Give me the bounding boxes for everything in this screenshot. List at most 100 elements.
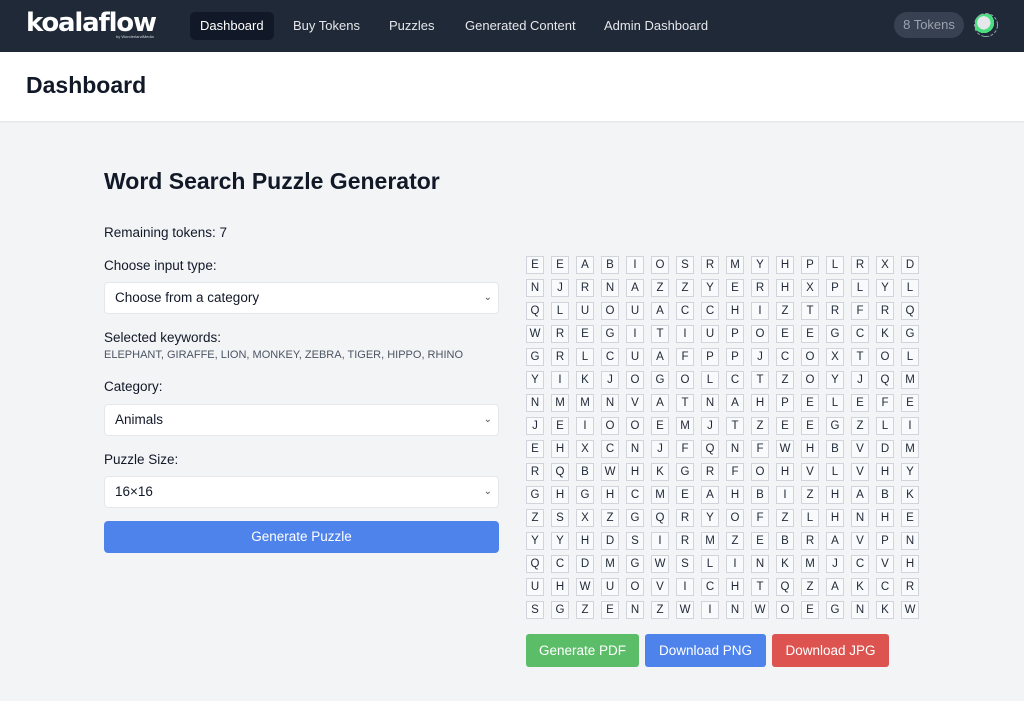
grid-cell: H xyxy=(826,509,844,527)
grid-cell: Y xyxy=(901,463,919,481)
grid-cell: M xyxy=(801,555,819,573)
nav-puzzles[interactable]: Puzzles xyxy=(379,12,445,40)
grid-cell: I xyxy=(776,486,794,504)
generate-puzzle-button[interactable]: Generate Puzzle xyxy=(104,521,499,553)
tokens-badge[interactable]: 8 Tokens xyxy=(894,12,964,38)
grid-cell: R xyxy=(851,256,869,274)
grid-cell: D xyxy=(901,256,919,274)
grid-cell: B xyxy=(876,486,894,504)
grid-cell: H xyxy=(876,463,894,481)
category-select[interactable]: Animals ⌄ xyxy=(104,404,499,436)
grid-cell: G xyxy=(901,325,919,343)
category-value: Animals xyxy=(115,412,164,427)
grid-cell: Z xyxy=(526,509,544,527)
grid-cell: A xyxy=(826,578,844,596)
grid-cell: I xyxy=(651,532,669,550)
grid-cell: C xyxy=(851,555,869,573)
grid-cell: F xyxy=(751,509,769,527)
grid-cell: E xyxy=(676,486,694,504)
grid-cell: N xyxy=(701,394,719,412)
grid-cell: C xyxy=(851,325,869,343)
grid-cell: E xyxy=(801,601,819,619)
grid-cell: Y xyxy=(551,532,569,550)
grid-cell: O xyxy=(751,325,769,343)
grid-cell: E xyxy=(801,325,819,343)
grid-cell: E xyxy=(776,325,794,343)
grid-cell: V xyxy=(851,463,869,481)
grid-cell: Y xyxy=(826,371,844,389)
grid-cell: H xyxy=(776,463,794,481)
grid-cell: Z xyxy=(776,371,794,389)
avatar[interactable] xyxy=(974,13,998,37)
grid-cell: C xyxy=(726,371,744,389)
size-select[interactable]: 16×16 ⌄ xyxy=(104,476,499,508)
grid-cell: L xyxy=(851,279,869,297)
download-png-button[interactable]: Download PNG xyxy=(645,634,766,667)
grid-cell: W xyxy=(601,463,619,481)
nav-admin-dashboard[interactable]: Admin Dashboard xyxy=(594,12,718,40)
grid-cell: H xyxy=(551,578,569,596)
grid-cell: M xyxy=(676,417,694,435)
grid-cell: U xyxy=(626,348,644,366)
grid-cell: S xyxy=(676,555,694,573)
grid-cell: O xyxy=(676,371,694,389)
grid-cell: H xyxy=(726,302,744,320)
grid-cell: L xyxy=(801,509,819,527)
navbar: koalaflow by WonderlandMedia Dashboard B… xyxy=(0,0,1024,52)
grid-cell: U xyxy=(576,302,594,320)
grid-cell: V xyxy=(876,555,894,573)
grid-cell: L xyxy=(701,371,719,389)
grid-cell: E xyxy=(801,394,819,412)
grid-cell: A xyxy=(576,256,594,274)
download-jpg-button[interactable]: Download JPG xyxy=(772,634,889,667)
grid-cell: I xyxy=(901,417,919,435)
grid-cell: L xyxy=(826,256,844,274)
grid-cell: Y xyxy=(701,279,719,297)
grid-cell: S xyxy=(526,601,544,619)
grid-cell: Q xyxy=(526,302,544,320)
grid-cell: H xyxy=(901,555,919,573)
grid-cell: K xyxy=(651,463,669,481)
grid-cell: H xyxy=(776,256,794,274)
grid-cell: B xyxy=(826,440,844,458)
grid-cell: G xyxy=(601,325,619,343)
grid-cell: O xyxy=(626,578,644,596)
grid-cell: G xyxy=(651,371,669,389)
grid-cell: Z xyxy=(601,509,619,527)
grid-cell: Z xyxy=(726,532,744,550)
grid-cell: G xyxy=(526,348,544,366)
grid-cell: F xyxy=(751,440,769,458)
brand-logo[interactable]: koalaflow xyxy=(26,9,157,37)
grid-cell: N xyxy=(901,532,919,550)
nav-buy-tokens[interactable]: Buy Tokens xyxy=(283,12,370,40)
grid-cell: J xyxy=(601,371,619,389)
grid-cell: G xyxy=(626,555,644,573)
grid-cell: N xyxy=(751,555,769,573)
grid-cell: K xyxy=(851,578,869,596)
grid-cell: A xyxy=(626,279,644,297)
grid-cell: Z xyxy=(651,601,669,619)
grid-cell: V xyxy=(651,578,669,596)
nav-dashboard[interactable]: Dashboard xyxy=(190,12,274,40)
grid-cell: W xyxy=(901,601,919,619)
grid-cell: L xyxy=(826,394,844,412)
grid-cell: Z xyxy=(801,578,819,596)
grid-cell: D xyxy=(876,440,894,458)
brand-subtitle: by WonderlandMedia xyxy=(116,34,154,39)
grid-cell: J xyxy=(551,279,569,297)
grid-cell: L xyxy=(876,417,894,435)
grid-cell: H xyxy=(576,532,594,550)
input-type-label: Choose input type: xyxy=(104,258,217,273)
grid-cell: C xyxy=(876,578,894,596)
grid-cell: F xyxy=(676,348,694,366)
generate-pdf-button[interactable]: Generate PDF xyxy=(526,634,639,667)
grid-cell: E xyxy=(651,417,669,435)
keywords-label: Selected keywords: xyxy=(104,330,222,345)
grid-cell: C xyxy=(701,578,719,596)
grid-cell: Z xyxy=(676,279,694,297)
grid-cell: C xyxy=(601,440,619,458)
grid-cell: N xyxy=(851,601,869,619)
grid-cell: G xyxy=(576,486,594,504)
input-type-select[interactable]: Choose from a category ⌄ xyxy=(104,282,499,314)
nav-generated-content[interactable]: Generated Content xyxy=(455,12,586,40)
